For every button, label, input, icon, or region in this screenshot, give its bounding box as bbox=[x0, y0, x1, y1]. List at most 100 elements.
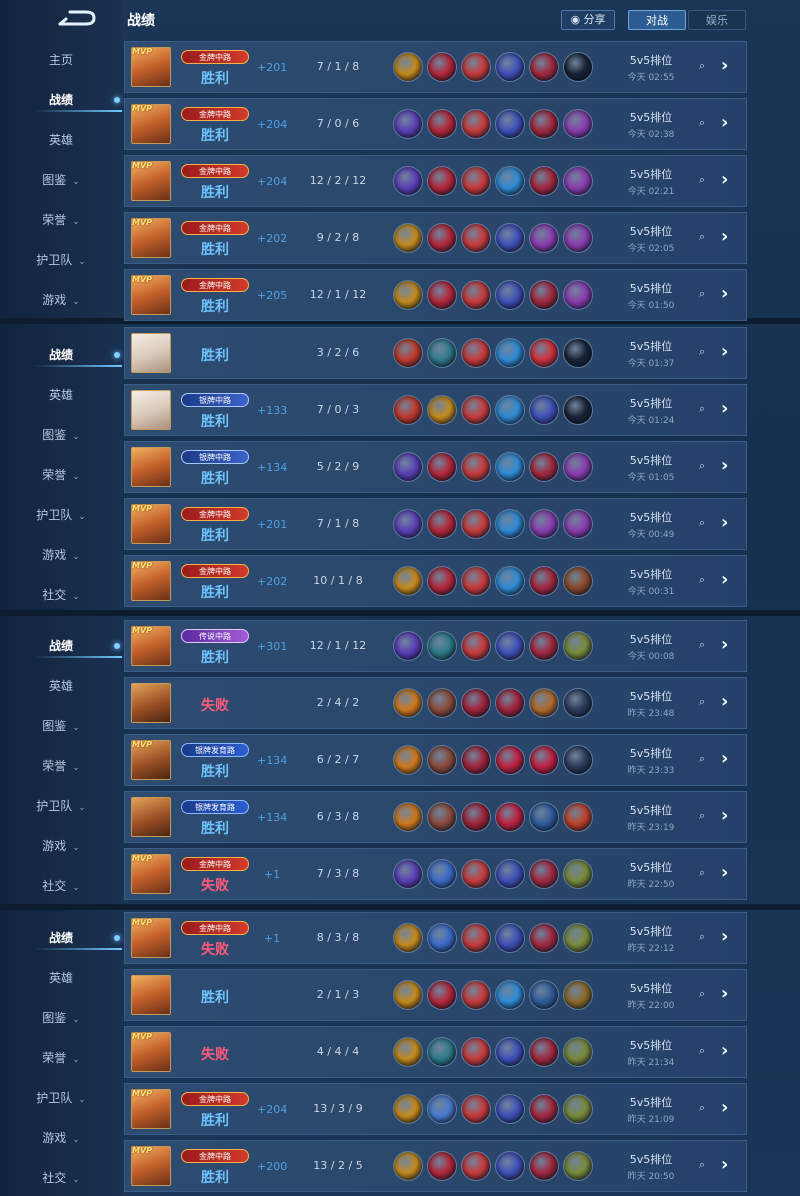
detail-search-icon[interactable]: ⌕ bbox=[699, 809, 705, 823]
detail-search-icon[interactable]: ⌕ bbox=[699, 695, 705, 709]
sidebar-item[interactable]: 护卫队 ⌄ bbox=[0, 794, 122, 818]
chevron-right-icon[interactable]: › bbox=[721, 341, 728, 362]
detail-search-icon[interactable]: ⌕ bbox=[699, 1044, 705, 1058]
detail-search-icon[interactable]: ⌕ bbox=[699, 402, 705, 416]
chevron-right-icon[interactable]: › bbox=[721, 1040, 728, 1061]
detail-search-icon[interactable]: ⌕ bbox=[699, 287, 705, 301]
sidebar-item[interactable]: 游戏 ⌄ bbox=[0, 1126, 122, 1150]
match-row[interactable]: 银牌中路 胜利 +134 5 / 2 / 9 5v5排位 今天 01:05 ⌕ › bbox=[124, 441, 747, 493]
match-row[interactable]: MVP 金牌中路 失败 +1 8 / 3 / 8 5v5排位 昨天 22:12 ⌕ › bbox=[124, 912, 747, 964]
match-row[interactable]: 胜利 2 / 1 / 3 5v5排位 昨天 22:00 ⌕ › bbox=[124, 969, 747, 1021]
detail-search-icon[interactable]: ⌕ bbox=[699, 1158, 705, 1172]
sidebar-item[interactable]: 图鉴 ⌄ bbox=[0, 423, 122, 447]
chevron-right-icon[interactable]: › bbox=[721, 226, 728, 247]
sidebar-item[interactable]: 战绩 bbox=[0, 343, 122, 367]
chevron-right-icon[interactable]: › bbox=[721, 455, 728, 476]
detail-search-icon[interactable]: ⌕ bbox=[699, 866, 705, 880]
sidebar-item[interactable]: 战绩 bbox=[0, 926, 122, 950]
detail-search-icon[interactable]: ⌕ bbox=[699, 930, 705, 944]
sidebar-item[interactable]: 图鉴 ⌄ bbox=[0, 714, 122, 738]
detail-search-icon[interactable]: ⌕ bbox=[699, 345, 705, 359]
back-button[interactable] bbox=[56, 8, 98, 30]
item-icon bbox=[461, 1151, 491, 1181]
sidebar-item[interactable]: 主页 bbox=[0, 48, 122, 72]
sidebar-item[interactable]: 荣誉 ⌄ bbox=[0, 463, 122, 487]
item-icon bbox=[563, 223, 593, 253]
detail-search-icon[interactable]: ⌕ bbox=[699, 173, 705, 187]
match-row[interactable]: MVP 金牌中路 胜利 +202 9 / 2 / 8 5v5排位 今天 02:05 ⌕ › bbox=[124, 212, 747, 264]
sidebar-item[interactable]: 游戏 ⌄ bbox=[0, 543, 122, 567]
detail-search-icon[interactable]: ⌕ bbox=[699, 752, 705, 766]
detail-search-icon[interactable]: ⌕ bbox=[699, 573, 705, 587]
sidebar-item[interactable]: 英雄 bbox=[0, 966, 122, 990]
chevron-right-icon[interactable]: › bbox=[721, 983, 728, 1004]
detail-search-icon[interactable]: ⌕ bbox=[699, 230, 705, 244]
chevron-right-icon[interactable]: › bbox=[721, 1154, 728, 1175]
match-row[interactable]: 银牌发育路 胜利 +134 6 / 3 / 8 5v5排位 昨天 23:19 ⌕ › bbox=[124, 791, 747, 843]
match-row[interactable]: 失败 2 / 4 / 2 5v5排位 昨天 23:48 ⌕ › bbox=[124, 677, 747, 729]
match-row[interactable]: MVP 金牌中路 胜利 +204 13 / 3 / 9 5v5排位 昨天 21:09 ⌕ › bbox=[124, 1083, 747, 1135]
sidebar-item[interactable]: 护卫队 ⌄ bbox=[0, 503, 122, 527]
game-mode: 5v5排位 bbox=[629, 168, 673, 181]
detail-search-icon[interactable]: ⌕ bbox=[699, 638, 705, 652]
chevron-right-icon[interactable]: › bbox=[721, 1097, 728, 1118]
sidebar-item[interactable]: 图鉴 ⌄ bbox=[0, 168, 122, 192]
detail-search-icon[interactable]: ⌕ bbox=[699, 59, 705, 73]
sidebar-item[interactable]: 护卫队 ⌄ bbox=[0, 248, 122, 272]
detail-search-icon[interactable]: ⌕ bbox=[699, 116, 705, 130]
item-icon bbox=[461, 509, 491, 539]
match-row[interactable]: MVP 金牌中路 胜利 +204 7 / 0 / 6 5v5排位 今天 02:38 ⌕ › bbox=[124, 98, 747, 150]
chevron-right-icon[interactable]: › bbox=[721, 283, 728, 304]
sidebar-item[interactable]: 游戏 ⌄ bbox=[0, 288, 122, 312]
chevron-right-icon[interactable]: › bbox=[721, 569, 728, 590]
chevron-right-icon[interactable]: › bbox=[721, 398, 728, 419]
sidebar-item[interactable]: 战绩 bbox=[0, 88, 122, 112]
chevron-right-icon[interactable]: › bbox=[721, 805, 728, 826]
sidebar-item[interactable]: 荣誉 ⌄ bbox=[0, 208, 122, 232]
sidebar-item[interactable]: 荣誉 ⌄ bbox=[0, 1046, 122, 1070]
match-row[interactable]: MVP 金牌中路 胜利 +205 12 / 1 / 12 5v5排位 今天 01:50 ⌕ › bbox=[124, 269, 747, 321]
sidebar-item[interactable]: 战绩 bbox=[0, 634, 122, 658]
sidebar-item-label: 战绩 bbox=[48, 931, 73, 945]
chevron-right-icon[interactable]: › bbox=[721, 862, 728, 883]
sidebar-item[interactable]: 社交 ⌄ bbox=[0, 583, 122, 607]
chevron-right-icon[interactable]: › bbox=[721, 169, 728, 190]
tab-fun[interactable]: 娱乐 bbox=[688, 10, 746, 30]
chevron-right-icon[interactable]: › bbox=[721, 512, 728, 533]
match-row[interactable]: MVP 银牌发育路 胜利 +134 6 / 2 / 7 5v5排位 昨天 23:33 ⌕ › bbox=[124, 734, 747, 786]
rank-points: +134 bbox=[257, 461, 288, 474]
match-row[interactable]: 胜利 3 / 2 / 6 5v5排位 今天 01:37 ⌕ › bbox=[124, 327, 747, 379]
chevron-right-icon[interactable]: › bbox=[721, 926, 728, 947]
match-row[interactable]: MVP 金牌中路 胜利 +200 13 / 2 / 5 5v5排位 昨天 20:50 ⌕ › bbox=[124, 1140, 747, 1192]
chevron-right-icon[interactable]: › bbox=[721, 55, 728, 76]
match-row[interactable]: MVP 传说中路 胜利 +301 12 / 1 / 12 5v5排位 今天 00:08 ⌕ › bbox=[124, 620, 747, 672]
chevron-right-icon[interactable]: › bbox=[721, 748, 728, 769]
sidebar-item[interactable]: 社交 ⌄ bbox=[0, 1166, 122, 1190]
tab-battle[interactable]: 对战 bbox=[628, 10, 686, 30]
match-row[interactable]: MVP 金牌中路 胜利 +201 7 / 1 / 8 5v5排位 今天 00:49 ⌕ › bbox=[124, 498, 747, 550]
sidebar-item[interactable]: 英雄 bbox=[0, 674, 122, 698]
detail-search-icon[interactable]: ⌕ bbox=[699, 516, 705, 530]
detail-search-icon[interactable]: ⌕ bbox=[699, 987, 705, 1001]
sidebar-item[interactable]: 英雄 bbox=[0, 383, 122, 407]
chevron-right-icon[interactable]: › bbox=[721, 634, 728, 655]
match-row[interactable]: MVP 金牌中路 失败 +1 7 / 3 / 8 5v5排位 昨天 22:50 ⌕ › bbox=[124, 848, 747, 900]
sidebar-item[interactable]: 图鉴 ⌄ bbox=[0, 1006, 122, 1030]
detail-search-icon[interactable]: ⌕ bbox=[699, 459, 705, 473]
match-row[interactable]: MVP 失败 4 / 4 / 4 5v5排位 昨天 21:34 ⌕ › bbox=[124, 1026, 747, 1078]
match-row[interactable]: MVP 金牌中路 胜利 +202 10 / 1 / 8 5v5排位 今天 00:31 ⌕ › bbox=[124, 555, 747, 607]
share-button[interactable]: ◉ 分享 bbox=[561, 10, 615, 30]
sidebar-item[interactable]: 荣誉 ⌄ bbox=[0, 754, 122, 778]
match-row[interactable]: 银牌中路 胜利 +133 7 / 0 / 3 5v5排位 今天 01:24 ⌕ › bbox=[124, 384, 747, 436]
match-row[interactable]: MVP 金牌中路 胜利 +201 7 / 1 / 8 5v5排位 今天 02:55 ⌕ › bbox=[124, 41, 747, 93]
match-row[interactable]: MVP 金牌中路 胜利 +204 12 / 2 / 12 5v5排位 今天 02:21 ⌕ › bbox=[124, 155, 747, 207]
sidebar-item[interactable]: 社交 ⌄ bbox=[0, 874, 122, 898]
sidebar-item[interactable]: 英雄 bbox=[0, 128, 122, 152]
detail-search-icon[interactable]: ⌕ bbox=[699, 1101, 705, 1115]
chevron-right-icon[interactable]: › bbox=[721, 112, 728, 133]
sidebar-item[interactable]: 游戏 ⌄ bbox=[0, 834, 122, 858]
chevron-right-icon[interactable]: › bbox=[721, 691, 728, 712]
sidebar-item[interactable]: 护卫队 ⌄ bbox=[0, 1086, 122, 1110]
sidebar-item-label: 荣誉 bbox=[42, 213, 67, 227]
sidebar-item-label: 战绩 bbox=[48, 348, 73, 362]
